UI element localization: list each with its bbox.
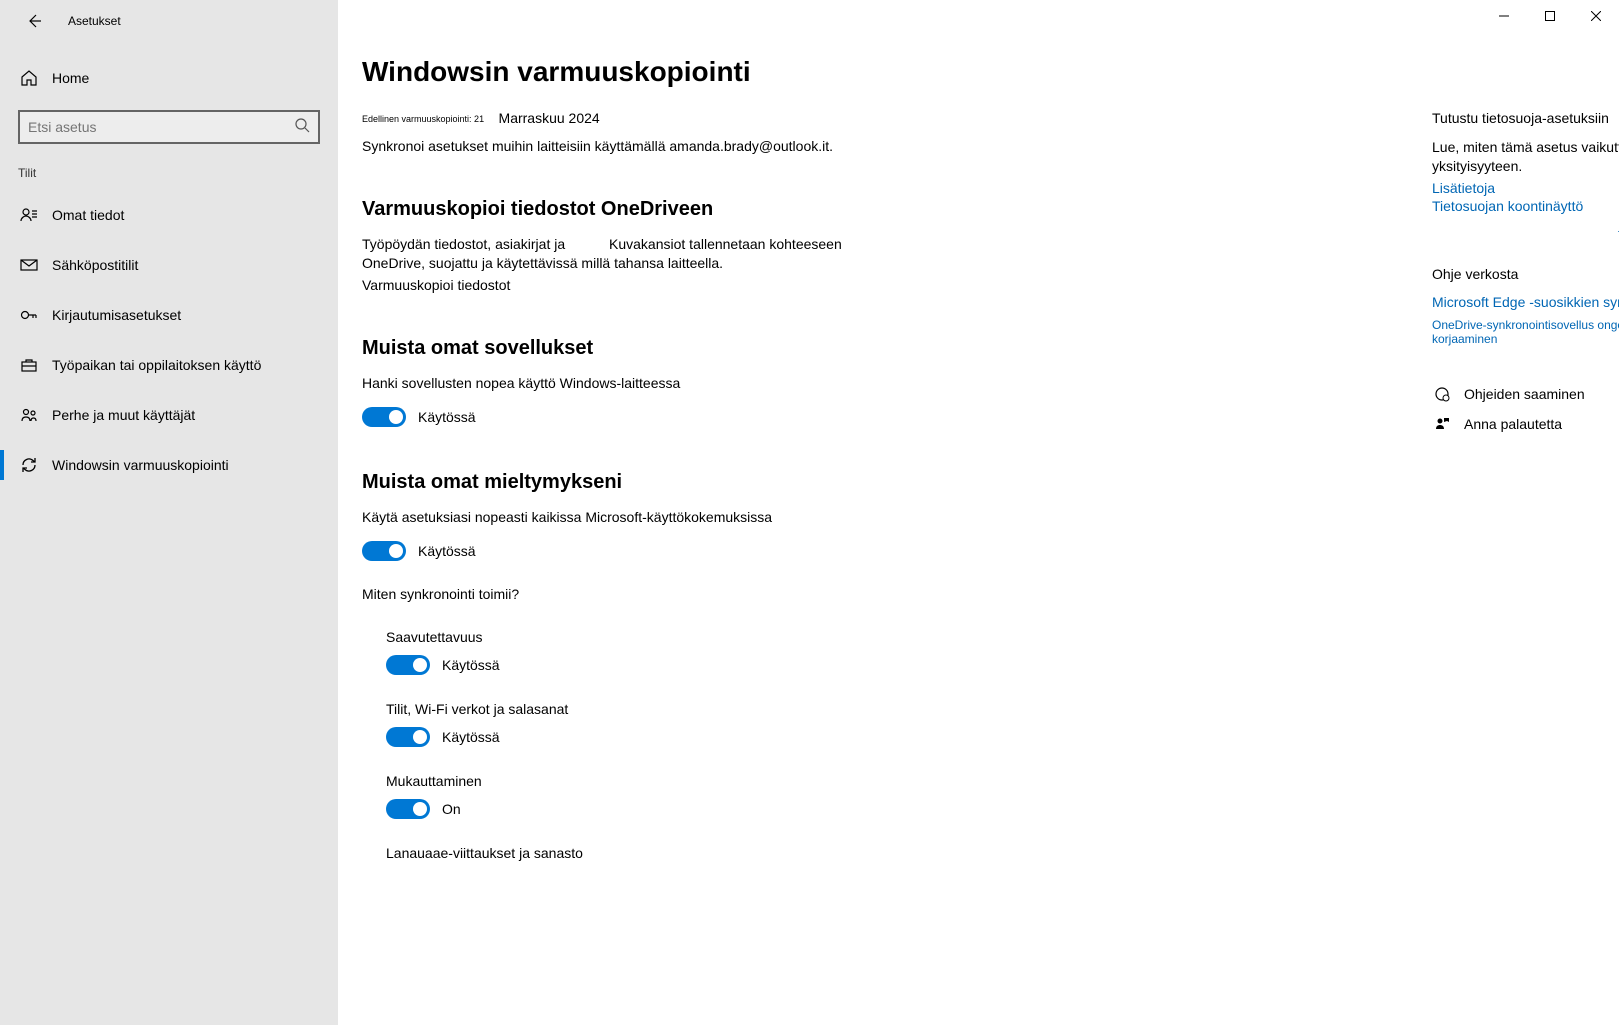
sidebar: Asetukset Home Tilit Omat tiedot Sähköpo…	[0, 0, 338, 1025]
search-input[interactable]	[28, 119, 294, 135]
sidebar-item-backup[interactable]: Windowsin varmuuskopiointi	[0, 440, 338, 490]
apps-toggle-label: Käytössä	[418, 409, 476, 425]
help-title: Ohje verkosta	[1432, 266, 1619, 282]
sidebar-item-label: Perhe ja muut käyttäjät	[52, 407, 195, 423]
help-link-edge[interactable]: Microsoft Edge -suosikkien synkronointi	[1432, 294, 1619, 310]
sub-language-title: Lanauaae-viittaukset ja sanasto	[386, 845, 1062, 861]
sidebar-item-label: Kirjautumisasetukset	[52, 307, 181, 323]
sidebar-item-work[interactable]: Työpaikan tai oppilaitoksen käyttö	[0, 340, 338, 390]
prefs-section-title: Muista omat mieltymykseni	[362, 471, 1062, 494]
home-icon	[18, 69, 40, 87]
help-link-onedrive[interactable]: OneDrive-synkronointisovellus ongelmien …	[1432, 318, 1619, 346]
maximize-button[interactable]	[1527, 0, 1573, 32]
onedrive-body-2: Kuvakansiot tallennetaan kohteeseen	[609, 236, 842, 252]
window-controls	[1481, 0, 1619, 32]
titlebar: Asetukset	[0, 0, 338, 42]
mail-icon	[18, 256, 40, 274]
sidebar-home[interactable]: Home	[0, 58, 338, 98]
app-title: Asetukset	[68, 14, 121, 28]
privacy-body: Lue, miten tämä asetus vaikuttaa yksityi…	[1432, 138, 1619, 176]
get-help-link[interactable]: Ohjeiden saaminen	[1432, 386, 1619, 402]
main-area: Windowsin varmuuskopiointi Edellinen var…	[338, 0, 1619, 1025]
onedrive-body-3: OneDrive, suojattu ja käytettävissä mill…	[362, 255, 723, 271]
person-card-icon	[18, 206, 40, 224]
sub-accessibility-title: Saavutettavuus	[386, 629, 1062, 645]
page-title: Windowsin varmuuskopiointi	[362, 56, 1062, 88]
home-label: Home	[52, 70, 89, 86]
key-icon	[18, 306, 40, 324]
sidebar-item-label: Sähköpostitilit	[52, 257, 138, 273]
sub-accounts-toggle[interactable]	[386, 727, 430, 747]
privacy-title: Tutustu tietosuoja-asetuksiin	[1432, 110, 1619, 126]
prefs-toggle-label: Käytössä	[418, 543, 476, 559]
sub-accessibility-toggle[interactable]	[386, 655, 430, 675]
briefcase-icon	[18, 356, 40, 374]
privacy-dashboard-link[interactable]: Tietosuojan koontinäyttö	[1432, 198, 1619, 214]
prefs-body: Käytä asetuksiasi nopeasti kaikissa Micr…	[362, 508, 1062, 527]
onedrive-body-1: Työpöydän tiedostot, asiakirjat ja	[362, 236, 565, 252]
sub-personalization-toggle[interactable]	[386, 799, 430, 819]
backup-files-link[interactable]: Varmuuskopioi tiedostot	[362, 277, 1062, 293]
privacy-learn-more-link[interactable]: Lisätietoja	[1432, 180, 1619, 196]
sidebar-item-your-info[interactable]: Omat tiedot	[0, 190, 338, 240]
sidebar-item-email[interactable]: Sähköpostitilit	[0, 240, 338, 290]
onedrive-section-title: Varmuuskopioi tiedostot OneDriveen	[362, 198, 1062, 221]
content-column: Windowsin varmuuskopiointi Edellinen var…	[362, 56, 1062, 871]
sub-personalization-state: On	[442, 801, 461, 817]
feedback-icon	[1432, 416, 1452, 432]
close-button[interactable]	[1573, 0, 1619, 32]
apps-toggle[interactable]	[362, 407, 406, 427]
back-button[interactable]	[20, 7, 48, 35]
search-icon	[294, 117, 310, 138]
sidebar-item-label: Omat tiedot	[52, 207, 124, 223]
sub-personalization-title: Mukauttaminen	[386, 773, 1062, 789]
last-backup-date: Marraskuu 2024	[499, 110, 600, 126]
people-icon	[18, 406, 40, 424]
apps-section-title: Muista omat sovellukset	[362, 337, 1062, 360]
how-sync-works-link[interactable]: Miten synkronointi toimii?	[362, 585, 1062, 604]
sub-accessibility-state: Käytössä	[442, 657, 500, 673]
sub-accounts-state: Käytössä	[442, 729, 500, 745]
sidebar-item-family[interactable]: Perhe ja muut käyttäjät	[0, 390, 338, 440]
feedback-link[interactable]: Anna palautetta	[1432, 416, 1619, 432]
sidebar-item-label: Windowsin varmuuskopiointi	[52, 457, 229, 473]
onedrive-body: Työpöydän tiedostot, asiakirjat ja Kuvak…	[362, 235, 1062, 273]
help-icon	[1432, 386, 1452, 402]
sub-accounts-title: Tilit, Wi-Fi verkot ja salasanat	[386, 701, 1062, 717]
apps-body: Hanki sovellusten nopea käyttö Windows-l…	[362, 374, 1062, 393]
sidebar-item-label: Työpaikan tai oppilaitoksen käyttö	[52, 357, 261, 373]
sidebar-section-label: Tilit	[0, 144, 338, 190]
sync-icon	[18, 456, 40, 474]
prefs-toggle[interactable]	[362, 541, 406, 561]
sync-description: Synkronoi asetukset muihin laitteisiin k…	[362, 138, 1062, 154]
get-help-label: Ohjeiden saaminen	[1464, 386, 1585, 402]
sidebar-item-signin[interactable]: Kirjautumisasetukset	[0, 290, 338, 340]
search-box[interactable]	[18, 110, 320, 144]
minimize-button[interactable]	[1481, 0, 1527, 32]
last-backup-label: Edellinen varmuuskopiointi: 21	[362, 114, 484, 124]
feedback-label: Anna palautetta	[1464, 416, 1562, 432]
right-panel: Tutustu tietosuoja-asetuksiin Lue, miten…	[1432, 110, 1619, 432]
